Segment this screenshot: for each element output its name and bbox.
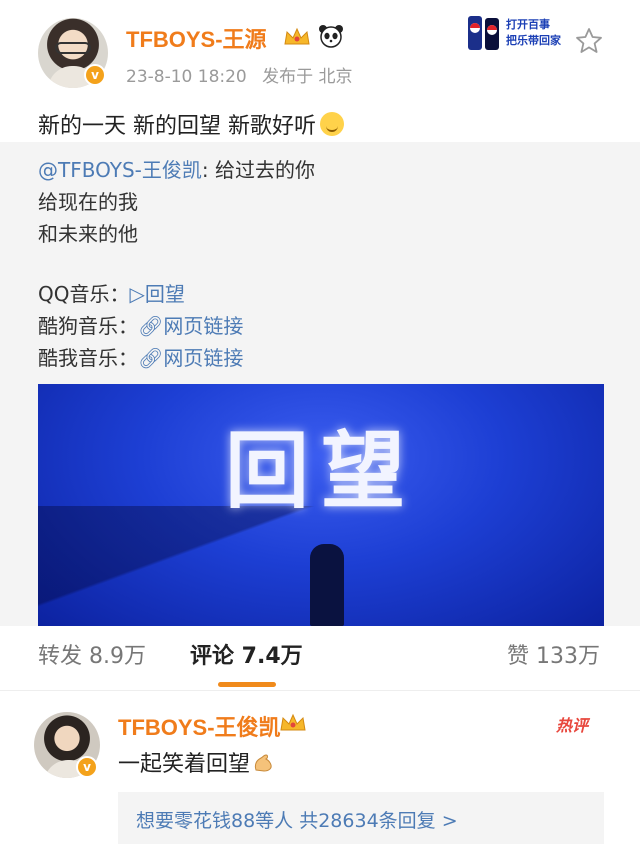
crown-icon[interactable] — [282, 26, 312, 48]
muscle-emoji-icon — [254, 754, 272, 772]
comment-text-content: 一起笑着回望 — [118, 752, 251, 777]
kugou-music-row: 酷狗音乐：🔗︎网页链接 — [38, 310, 315, 342]
kuwo-music-label: 酷我音乐： — [38, 346, 138, 370]
post-meta: 23-8-10 18:20 发布于 北京 — [126, 62, 363, 87]
post-action-tabs: 转发 8.9万 评论 7.4万 赞 133万 — [0, 632, 640, 690]
repost-line-2: 给现在的我 — [38, 190, 138, 214]
qq-music-label: QQ音乐： — [38, 282, 130, 306]
verified-badge-icon: v — [84, 64, 106, 86]
comment-item: v TFBOYS-王俊凯 热评 一起笑着回望 想要零花钱88等人 共28634条… — [0, 700, 640, 844]
reply-summary-box[interactable]: 想要零花钱88等人 共28634条回复 > — [118, 792, 604, 844]
reply-summary-text[interactable]: 想要零花钱88等人 共28634条回复 > — [136, 806, 458, 833]
pepsi-ad-badge[interactable]: 打开百事 把乐带回家 — [466, 10, 570, 56]
repost-spacer — [38, 250, 315, 278]
song-cover-image[interactable]: 回望 — [38, 384, 604, 626]
tab-repost[interactable]: 转发 8.9万 — [38, 638, 146, 670]
hot-comment-badge: 热评 — [556, 716, 589, 735]
cover-figure — [310, 544, 344, 626]
kugou-music-label: 酷狗音乐： — [38, 314, 138, 338]
link-icon: 🔗︎ — [138, 314, 164, 338]
post-text-content: 新的一天 新的回望 新歌好听 — [38, 114, 316, 139]
active-tab-indicator — [218, 682, 276, 687]
qq-music-row: QQ音乐：▷回望 — [38, 278, 315, 310]
repost-card[interactable]: @TFBOYS-王俊凯: 给过去的你 给现在的我 和未来的他 QQ音乐：▷回望 … — [0, 142, 640, 626]
svg-text:打开百事: 打开百事 — [506, 17, 550, 31]
comment-text: 一起笑着回望 — [118, 746, 274, 778]
panda-icon[interactable] — [318, 24, 344, 48]
smile-emoji-icon — [320, 112, 344, 136]
cover-title: 回望 — [224, 422, 417, 520]
tabs-divider — [0, 690, 640, 691]
kuwo-music-link[interactable]: 网页链接 — [163, 346, 243, 370]
kugou-music-link[interactable]: 网页链接 — [163, 314, 243, 338]
crown-icon[interactable] — [278, 712, 308, 734]
kuwo-music-row: 酷我音乐：🔗︎网页链接 — [38, 342, 315, 374]
repost-line-3: 和未来的他 — [38, 222, 138, 246]
post-source: 发布于 北京 — [262, 67, 353, 87]
verified-badge-icon: v — [76, 756, 98, 778]
repost-text: @TFBOYS-王俊凯: 给过去的你 给现在的我 和未来的他 QQ音乐：▷回望 … — [38, 154, 315, 374]
mention-link[interactable]: @TFBOYS-王俊凯 — [38, 158, 202, 182]
repost-line-1-text: : 给过去的你 — [201, 158, 315, 182]
tab-comment[interactable]: 评论 7.4万 — [190, 638, 303, 670]
post-header: v TFBOYS-王源 23-8-10 18:20 发布于 北京 打开百事 把乐… — [0, 0, 640, 100]
post-date: 23-8-10 18:20 — [126, 67, 247, 87]
repost-line-1: @TFBOYS-王俊凯: 给过去的你 — [38, 154, 315, 186]
favorite-star-icon[interactable] — [574, 26, 604, 56]
tab-like[interactable]: 赞 133万 — [507, 638, 600, 670]
commenter-name[interactable]: TFBOYS-王俊凯 — [118, 710, 281, 742]
link-icon: 🔗︎ — [138, 346, 164, 370]
svg-text:把乐带回家: 把乐带回家 — [506, 33, 562, 47]
avatar-glasses — [55, 42, 91, 54]
qq-music-link[interactable]: ▷回望 — [129, 282, 184, 306]
author-name[interactable]: TFBOYS-王源 — [126, 22, 267, 54]
post-text: 新的一天 新的回望 新歌好听 — [38, 108, 344, 140]
